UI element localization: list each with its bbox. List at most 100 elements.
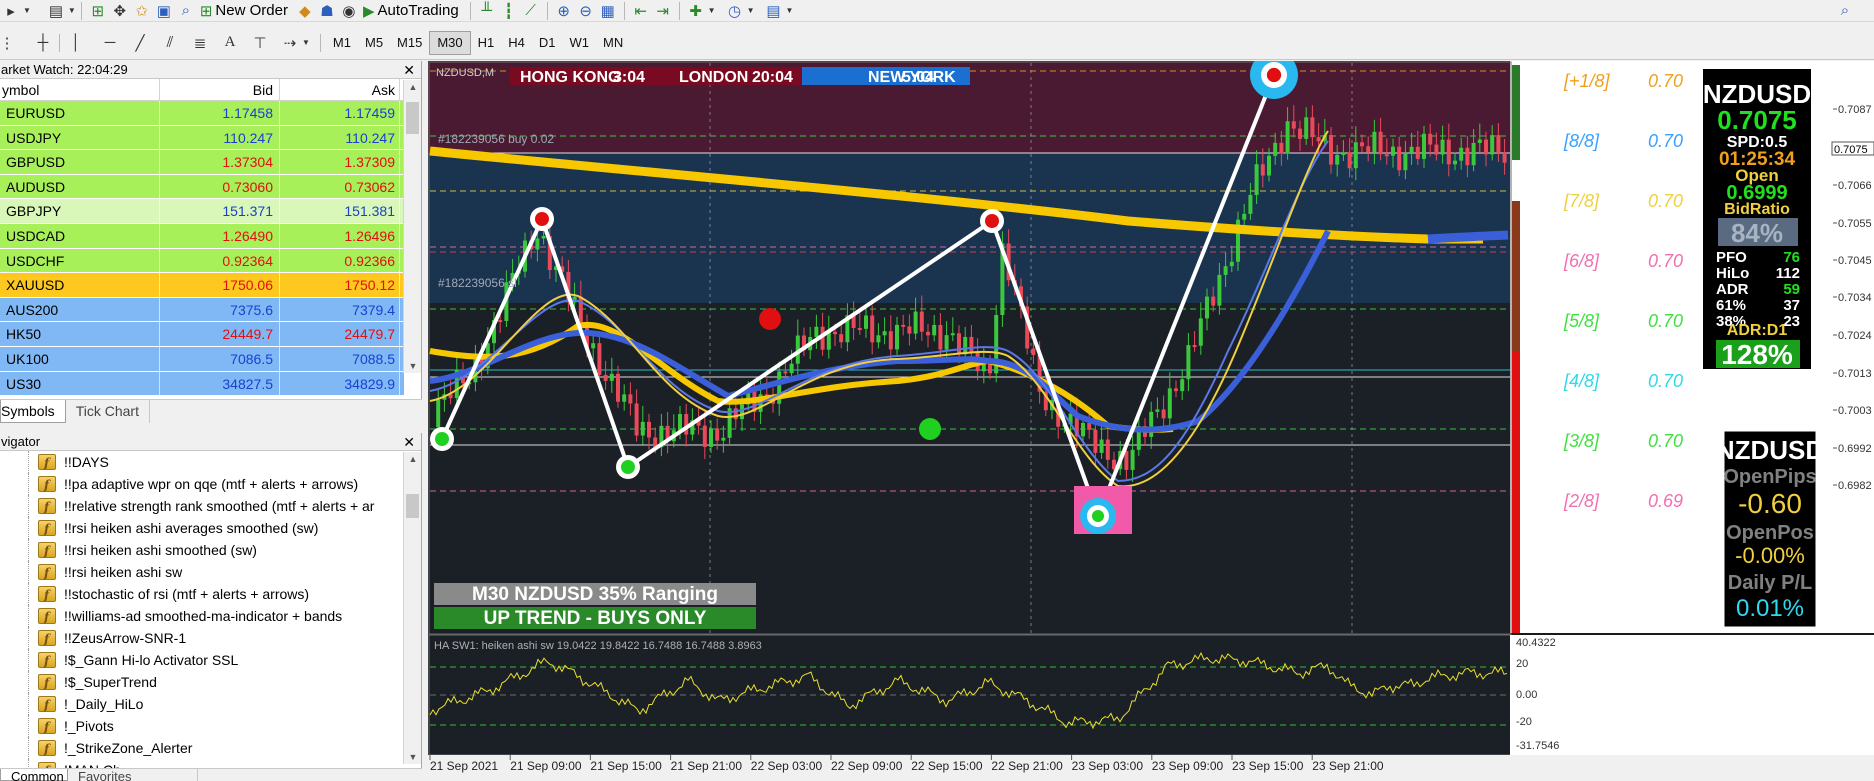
arrows-tool-icon[interactable]: ⇢ — [279, 33, 301, 53]
fibonacci-icon[interactable]: ≣ — [189, 33, 211, 53]
pivot-marker[interactable] — [535, 212, 549, 226]
zoom-out-icon[interactable]: ⊖ — [575, 1, 597, 21]
navigator-item[interactable]: !!ZeusArrow-SNR-1 — [0, 627, 404, 649]
navigator-item[interactable]: !!pa adaptive wpr on qqe (mtf + alerts +… — [0, 473, 404, 495]
pivot-marker[interactable] — [985, 214, 999, 228]
navigator-item[interactable]: !!DAYS — [0, 451, 404, 473]
templates-icon[interactable]: ▤ — [763, 1, 785, 21]
pivot-marker[interactable] — [919, 418, 941, 440]
indicators-icon[interactable]: ✚ — [685, 1, 707, 21]
text-tool-icon[interactable]: A — [219, 33, 241, 53]
order-buy-label[interactable]: #182239056 buy 0.02 — [438, 132, 554, 146]
time-axis-label: 22 Sep 03:00 — [751, 759, 823, 773]
col-symbol[interactable]: ymbol — [0, 79, 160, 100]
scroll-thumb[interactable] — [406, 102, 419, 134]
navigator-item[interactable]: !!relative strength rank smoothed (mtf +… — [0, 495, 404, 517]
line-chart-icon[interactable]: ⟋ — [520, 1, 542, 21]
scroll-down-icon[interactable]: ▼ — [404, 752, 422, 762]
vps-globe-icon[interactable]: ◉ — [338, 1, 360, 21]
pivot-marker[interactable] — [759, 308, 781, 330]
period-m30[interactable]: M30 — [429, 30, 471, 55]
navigator-item[interactable]: !!rsi heiken ashi averages smoothed (sw) — [0, 517, 404, 539]
order-sl-label[interactable]: #182239056 sl — [438, 276, 517, 290]
market-watch-row[interactable]: GBPUSD 1.37304 1.37309 — [0, 150, 404, 175]
market-watch-row[interactable]: USDJPY 110.247 110.247 — [0, 125, 404, 151]
navigator-item[interactable]: !!rsi heiken ashi smoothed (sw) — [0, 539, 404, 561]
crosshair-tool-icon[interactable]: ┼ — [32, 33, 54, 53]
period-h1[interactable]: H1 — [471, 31, 502, 55]
navigator-item[interactable]: !_Pivots — [0, 715, 404, 737]
navigator-item-label: !!DAYS — [64, 454, 109, 470]
new-order-button[interactable]: ⊞ New Order — [197, 1, 294, 21]
chart-refresh-icon[interactable]: ⊞ — [87, 1, 109, 21]
scroll-up-icon[interactable]: ▲ — [404, 82, 422, 92]
trendline-icon[interactable]: ╱ — [129, 33, 151, 53]
crosshair-icon[interactable]: ✥ — [109, 1, 131, 21]
market-watch-row[interactable]: HK50 24449.7 24479.7 — [0, 322, 404, 347]
price-chart[interactable]: NZDUSD,M HONG KONG 3:04 LONDON 20:04 NEW… — [428, 61, 1874, 781]
market-watch-row[interactable]: XAUUSD 1750.06 1750.12 — [0, 273, 404, 298]
bar-chart-icon[interactable]: ╨ — [476, 1, 498, 21]
tile-windows-icon[interactable]: ▦ — [597, 1, 619, 21]
period-h4[interactable]: H4 — [501, 31, 532, 55]
tab-favorites[interactable]: Favorites — [68, 769, 198, 781]
tab-tick-chart[interactable]: Tick Chart — [66, 400, 150, 423]
autotrading-button[interactable]: ▶ AutoTrading — [360, 1, 465, 21]
period-w1[interactable]: W1 — [563, 31, 597, 55]
market-watch-scrollbar[interactable]: ▲ ▼ — [403, 80, 421, 373]
col-ask[interactable]: Ask — [280, 79, 400, 100]
profiles-icon[interactable]: ▤ — [45, 1, 67, 21]
channel-icon[interactable]: ⫽ — [159, 33, 181, 53]
tab-common[interactable]: Common — [0, 769, 68, 781]
new-chart-icon[interactable]: ▸ — [0, 1, 22, 21]
period-m1[interactable]: M1 — [326, 31, 358, 55]
market-watch-row[interactable]: USDCAD 1.26490 1.26496 — [0, 223, 404, 249]
tab-symbols[interactable]: Symbols — [0, 400, 66, 423]
text-label-icon[interactable]: ⊤ — [249, 33, 271, 53]
market-watch-row[interactable]: UK100 7086.5 7088.5 — [0, 346, 404, 372]
navigator-item[interactable]: !_StrikeZone_Alerter — [0, 737, 404, 759]
search-icon[interactable]: ⌕ — [1834, 1, 1856, 21]
period-mn[interactable]: MN — [596, 31, 630, 55]
col-bid[interactable]: Bid — [160, 79, 280, 100]
auto-scroll-icon[interactable]: ⇤ — [630, 1, 652, 21]
zoom-in-icon[interactable]: ⊕ — [553, 1, 575, 21]
pivot-marker[interactable] — [435, 432, 449, 446]
horizontal-line-icon[interactable]: ─ — [99, 33, 121, 53]
navigator-item[interactable]: !$_SuperTrend — [0, 671, 404, 693]
chart-shift-icon[interactable]: ⇥ — [652, 1, 674, 21]
navigator-item[interactable]: !!williams-ad smoothed-ma-indicator + ba… — [0, 605, 404, 627]
periods-clock-icon[interactable]: ◷ — [724, 1, 746, 21]
navigator-icon[interactable]: ▣ — [153, 1, 175, 21]
period-d1[interactable]: D1 — [532, 31, 563, 55]
scroll-up-icon[interactable]: ▲ — [404, 454, 422, 464]
close-icon[interactable]: ✕ — [403, 433, 415, 451]
pivot-marker[interactable] — [621, 460, 635, 474]
navigator-tabs: Common Favorites — [0, 768, 422, 781]
close-icon[interactable]: ✕ — [403, 61, 415, 79]
search-chart-icon[interactable]: ⌕ — [175, 1, 197, 21]
navigator-item[interactable]: !!stochastic of rsi (mtf + alerts + arro… — [0, 583, 404, 605]
market-watch-row[interactable]: GBPJPY 151.371 151.381 — [0, 199, 404, 224]
market-watch-row[interactable]: AUS200 7375.6 7379.4 — [0, 297, 404, 323]
scroll-down-icon[interactable]: ▼ — [404, 361, 422, 371]
navigator-item[interactable]: !_Daily_HiLo — [0, 693, 404, 715]
navigator-scrollbar[interactable]: ▲ ▼ — [403, 452, 421, 764]
vertical-line-icon[interactable]: │ — [65, 33, 87, 53]
navigator-item[interactable]: !$_Gann Hi-lo Activator SSL — [0, 649, 404, 671]
navigator-item[interactable]: !!rsi heiken ashi sw — [0, 561, 404, 583]
scroll-thumb[interactable] — [406, 494, 419, 518]
candlestick-icon[interactable]: ┇ — [498, 1, 520, 21]
market-icon[interactable]: ◆ — [294, 1, 316, 21]
chart-window[interactable]: NZDUSD,M HONG KONG 3:04 LONDON 20:04 NEW… — [428, 61, 1874, 781]
market-watch-row[interactable]: USDCHF 0.92364 0.92366 — [0, 248, 404, 274]
market-watch-row[interactable]: AUDUSD 0.73060 0.73062 — [0, 174, 404, 200]
cursor-icon[interactable]: ⋮ — [0, 33, 18, 53]
ma-200-line-blue[interactable] — [1427, 230, 1509, 244]
market-watch-row[interactable]: US30 34827.5 34829.9 — [0, 371, 404, 397]
signals-icon[interactable]: ☗ — [316, 1, 338, 21]
favorites-star-icon[interactable]: ✩ — [131, 1, 153, 21]
period-m5[interactable]: M5 — [358, 31, 390, 55]
market-watch-row[interactable]: EURUSD 1.17458 1.17459 — [0, 101, 404, 126]
period-m15[interactable]: M15 — [390, 31, 429, 55]
